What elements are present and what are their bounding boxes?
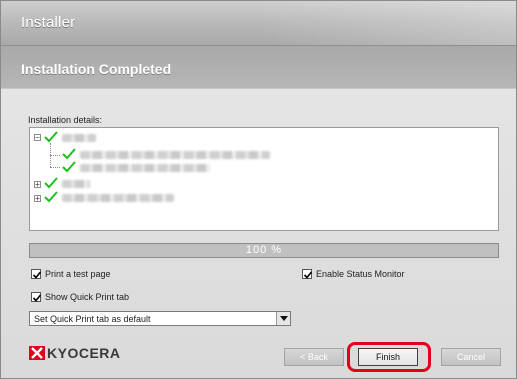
enable-status-monitor-label: Enable Status Monitor [316,269,405,279]
page-header: Installation Completed [1,46,516,89]
window-title: Installer [21,14,76,31]
title-bar: Installer [1,1,516,46]
installer-window: Installer Installation Completed Install… [0,0,517,379]
dropdown-arrow-icon[interactable] [276,312,290,325]
progress-bar: 100 % [29,243,499,258]
tree-item-label [62,194,174,202]
title-bar-sheen [256,1,516,45]
tree-connector [50,155,60,156]
installation-details-tree[interactable]: − + + [29,127,499,231]
checkmark-icon [32,271,42,279]
print-test-page-checkbox[interactable] [31,269,42,279]
check-icon [62,148,76,160]
kyocera-logo-mark-icon [29,346,45,360]
cancel-button[interactable]: Cancel [441,348,501,366]
page-title: Installation Completed [21,61,172,77]
expand-toggle-icon[interactable]: + [34,181,41,189]
check-icon [44,131,58,143]
tree-item-label [80,164,210,172]
collapse-toggle-icon[interactable]: − [34,134,41,142]
show-quick-print-tab-checkbox[interactable] [31,292,42,302]
default-tab-select-value: Set Quick Print tab as default [34,314,151,324]
kyocera-logo-text: KYOCERA [47,345,121,361]
finish-button[interactable]: Finish [358,348,418,366]
checkmark-icon [32,294,42,302]
check-icon [44,191,58,203]
back-button[interactable]: < Back [284,348,344,366]
expand-toggle-icon[interactable]: + [34,195,41,203]
tree-item-label [62,134,96,142]
tree-item-label [62,180,90,188]
default-tab-select[interactable]: Set Quick Print tab as default [29,311,291,326]
show-quick-print-tab-label: Show Quick Print tab [45,292,130,302]
print-test-page-label: Print a test page [45,269,111,279]
kyocera-logo: KYOCERA [29,345,120,365]
tree-item-label [80,151,270,159]
installation-details-label: Installation details: [28,115,103,125]
tree-connector [50,167,60,168]
check-icon [62,161,76,173]
checkmark-icon [303,271,313,279]
enable-status-monitor-checkbox[interactable] [302,269,313,279]
check-icon [44,177,58,189]
progress-text: 100 % [245,244,283,256]
